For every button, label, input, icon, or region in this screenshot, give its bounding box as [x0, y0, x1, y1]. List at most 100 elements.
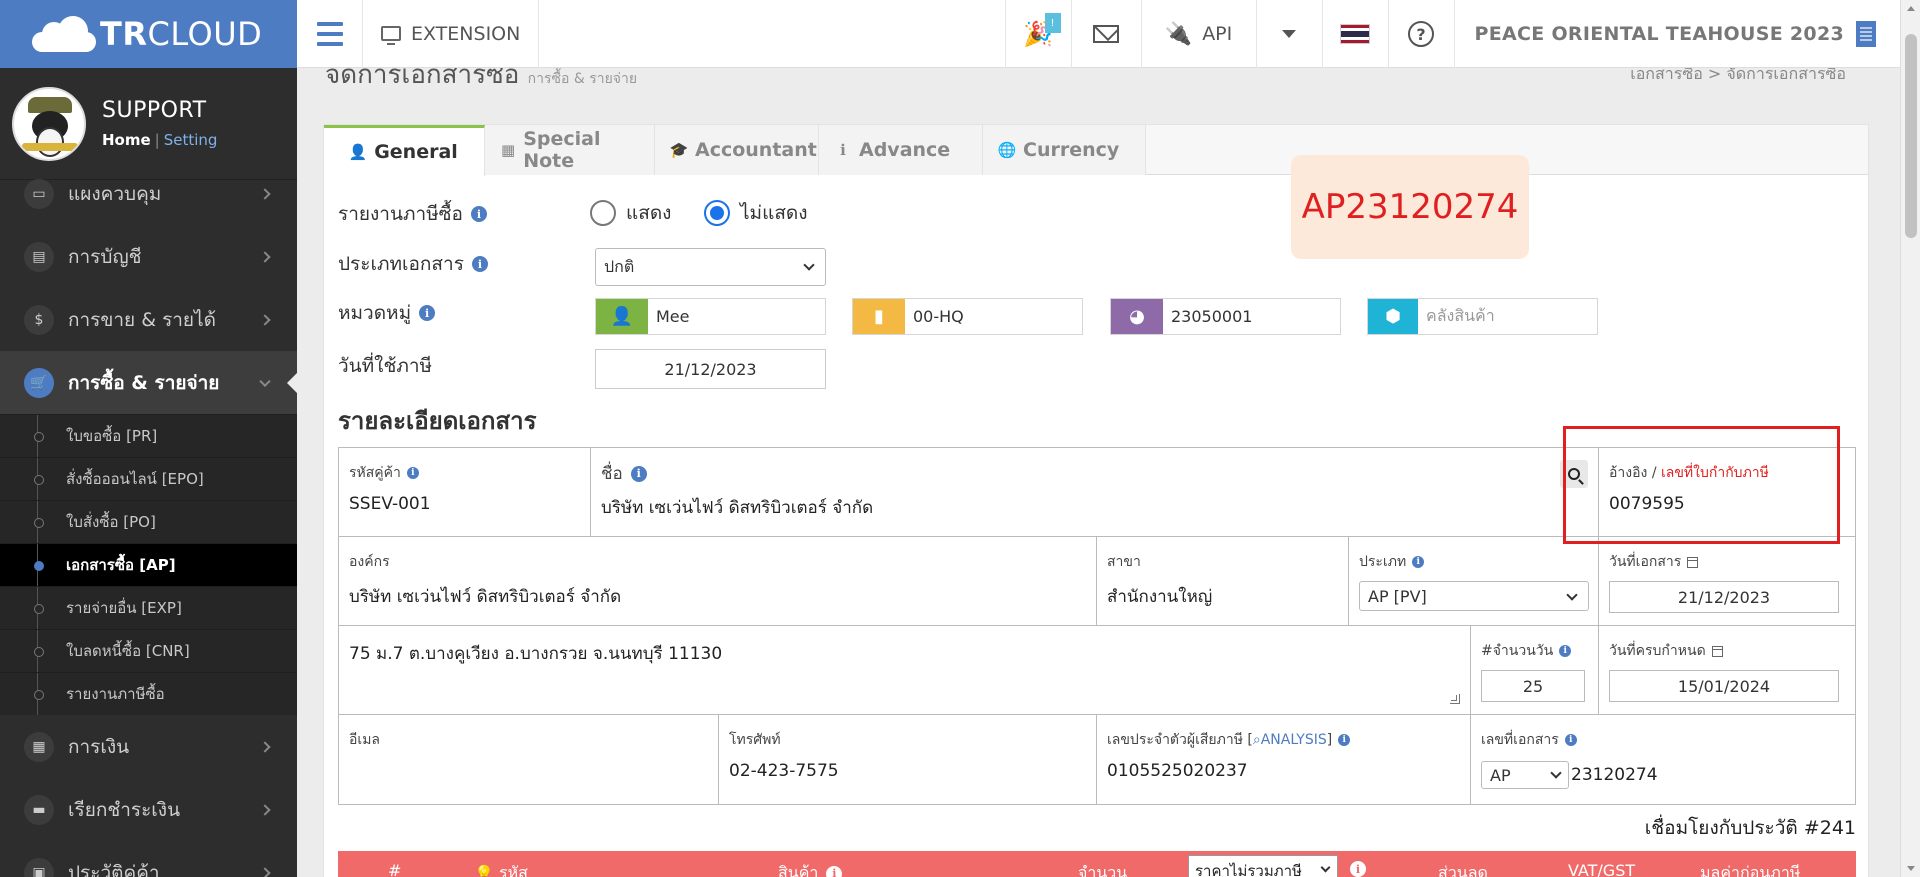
submenu-item-po[interactable]: ใบสั่งซื้อ [PO]: [0, 500, 297, 543]
home-link[interactable]: Home: [102, 131, 151, 149]
submenu-item-tax-report[interactable]: รายงานภาษีซื้อ: [0, 672, 297, 715]
info-icon[interactable]: i: [471, 256, 488, 272]
vendor-name-value[interactable]: บริษัท เซเว่นไฟว์ ดิสทริบิวเตอร์ จำกัด: [601, 494, 873, 521]
info-icon[interactable]: i: [470, 206, 487, 222]
due-date-cell: วันที่ครบกำหนด 15/01/2024: [1599, 626, 1857, 714]
type-cell: ประเภท i AP [PV]: [1349, 537, 1599, 625]
submenu-item-cnr[interactable]: ใบลดหนี้ซื้อ [CNR]: [0, 629, 297, 672]
docno-value[interactable]: 23120274: [1571, 765, 1658, 785]
category-branch-field[interactable]: ▮ 00-HQ: [852, 298, 1083, 335]
api-button[interactable]: 🔌 API: [1140, 0, 1256, 68]
page-subtitle: การซื้อ & รายจ่าย: [527, 71, 638, 87]
calendar-icon: ▦: [24, 731, 54, 762]
sidebar-item-label: การขาย & รายได้: [68, 308, 216, 331]
docno-prefix-select[interactable]: AP: [1481, 761, 1569, 789]
tab-general[interactable]: 👤 General: [324, 125, 485, 176]
sidebar-item-label: การซื้อ & รายจ่าย: [68, 371, 220, 394]
type-select[interactable]: AP [PV]: [1359, 581, 1589, 611]
submenu-item-epo[interactable]: สั่งซื้อออนไลน์ [EPO]: [0, 457, 297, 500]
taxid-value[interactable]: 0105525020237: [1107, 761, 1248, 781]
book-icon: ▤: [24, 241, 54, 272]
resize-handle-icon[interactable]: [1450, 694, 1460, 704]
col-info: i: [1350, 861, 1366, 877]
sidebar-item-billing[interactable]: ▬ เรียกชำระเงิน: [0, 778, 297, 841]
scroll-thumb[interactable]: [1905, 34, 1917, 238]
extension-button[interactable]: EXTENSION: [363, 0, 540, 68]
doc-type-select[interactable]: ปกติ: [595, 248, 826, 286]
page-scrollbar[interactable]: [1900, 0, 1920, 877]
breadcrumb-item[interactable]: เอกสารซื้อ: [1630, 68, 1703, 83]
submenu-item-ap[interactable]: เอกสารซื้อ [AP]: [0, 543, 297, 586]
tab-accountant[interactable]: 🎓 Accountant: [655, 125, 819, 175]
tab-currency[interactable]: 🌐 Currency: [983, 125, 1146, 175]
chevron-right-icon: [259, 740, 271, 753]
dropdown-button[interactable]: [1255, 0, 1322, 68]
breadcrumb-current: จัดการเอกสารซื้อ: [1726, 68, 1846, 83]
days-input[interactable]: 25: [1481, 670, 1585, 702]
info-icon[interactable]: i: [630, 465, 647, 482]
sidebar-item-accounting[interactable]: ▤ การบัญชี: [0, 225, 297, 288]
info-icon[interactable]: i: [826, 865, 843, 877]
radio-show[interactable]: แสดง: [590, 198, 671, 228]
category-warehouse-field[interactable]: ⬢ คลังสินค้า: [1367, 298, 1598, 335]
question-icon: ?: [1408, 21, 1435, 47]
company-switcher[interactable]: PEACE ORIENTAL TEAHOUSE 2023: [1453, 0, 1900, 68]
sidebar-nav: ▭ แผงควบคุม ▤ การบัญชี $ การขาย & รายได้…: [0, 162, 297, 877]
email-cell: อีเมล: [339, 715, 719, 804]
vendor-code-value[interactable]: SSEV-001: [349, 494, 431, 514]
contact-icon: ▣: [24, 857, 54, 877]
phone-value[interactable]: 02-423-7575: [729, 761, 839, 781]
submenu-item-exp[interactable]: รายจ่ายอื่น [EXP]: [0, 586, 297, 629]
menu-toggle-icon[interactable]: [297, 0, 363, 68]
radio-circle-selected[interactable]: [704, 200, 730, 226]
info-icon[interactable]: i: [1564, 734, 1577, 746]
category-project-field[interactable]: ◕ 23050001: [1110, 298, 1341, 335]
setting-link[interactable]: Setting: [164, 131, 218, 149]
due-date-input[interactable]: 15/01/2024: [1609, 670, 1839, 702]
language-button[interactable]: [1321, 0, 1388, 68]
sidebar-item-dashboard[interactable]: ▭ แผงควบคุม: [0, 162, 297, 225]
info-icon[interactable]: i: [406, 467, 419, 479]
col-code: 💡 รหัส: [474, 861, 528, 877]
category-user-field[interactable]: 👤 Mee: [595, 298, 826, 335]
submenu-item-pr[interactable]: ใบขอซื้อ [PR]: [0, 414, 297, 457]
mail-button[interactable]: [1070, 0, 1141, 68]
info-icon[interactable]: i: [1412, 556, 1425, 568]
info-icon[interactable]: i: [419, 305, 436, 321]
info-icon[interactable]: i: [1559, 645, 1572, 657]
radio-hide[interactable]: ไม่แสดง: [704, 198, 808, 228]
info-icon[interactable]: i: [1350, 861, 1366, 877]
highlight-box: [1563, 426, 1840, 544]
branch-value[interactable]: สำนักงานใหญ่: [1107, 583, 1212, 610]
scroll-down-icon[interactable]: [1907, 866, 1915, 871]
tab-special-note[interactable]: ▦ Special Note: [485, 125, 655, 175]
avatar[interactable]: [12, 86, 86, 161]
docno-cell: เลขที่เอกสาร i AP 23120274: [1471, 715, 1857, 804]
info-icon[interactable]: i: [1338, 734, 1351, 746]
chevron-right-icon: [259, 803, 271, 816]
radio-circle[interactable]: [590, 200, 616, 226]
scroll-up-icon[interactable]: [1907, 6, 1915, 11]
link-separator: |: [154, 131, 160, 149]
announcement-button[interactable]: 🎉 !: [1004, 0, 1071, 68]
organization-value[interactable]: บริษัท เซเว่นไฟว์ ดิสทริบิวเตอร์ จำกัด: [349, 583, 621, 610]
analysis-link[interactable]: ⌕ANALYSIS: [1253, 732, 1327, 748]
tab-advance[interactable]: ℹ Advance: [819, 125, 983, 175]
dollar-icon: $: [24, 304, 54, 335]
sidebar-item-contacts[interactable]: ▣ ประวัติคู่ค้า: [0, 841, 297, 877]
sidebar-item-finance[interactable]: ▦ การเงิน: [0, 715, 297, 778]
history-link[interactable]: เชื่อมโยงกับประวัติ #241: [1645, 813, 1856, 843]
doc-date-input[interactable]: 21/12/2023: [1609, 581, 1839, 613]
tax-date-input[interactable]: 21/12/2023: [595, 349, 826, 389]
help-button[interactable]: ?: [1387, 0, 1454, 68]
calendar-icon: [1711, 645, 1723, 657]
tax-report-row: รายงานภาษีซื้อ i: [338, 199, 487, 229]
company-name: PEACE ORIENTAL TEAHOUSE 2023: [1474, 23, 1844, 45]
building-icon: [1856, 21, 1876, 47]
address-value[interactable]: 75 ม.7 ต.บางคูเวียง อ.บางกรวย จ.นนทบุรี …: [349, 640, 722, 667]
address-cell[interactable]: 75 ม.7 ต.บางคูเวียง อ.บางกรวย จ.นนทบุรี …: [339, 626, 1471, 714]
app-logo[interactable]: TRCLOUD: [0, 0, 297, 68]
sidebar-item-purchases[interactable]: 🛒 การซื้อ & รายจ่าย: [0, 351, 297, 414]
sidebar-item-sales[interactable]: $ การขาย & รายได้: [0, 288, 297, 351]
price-mode-select[interactable]: ราคาไม่รวมภาษี: [1188, 855, 1338, 877]
